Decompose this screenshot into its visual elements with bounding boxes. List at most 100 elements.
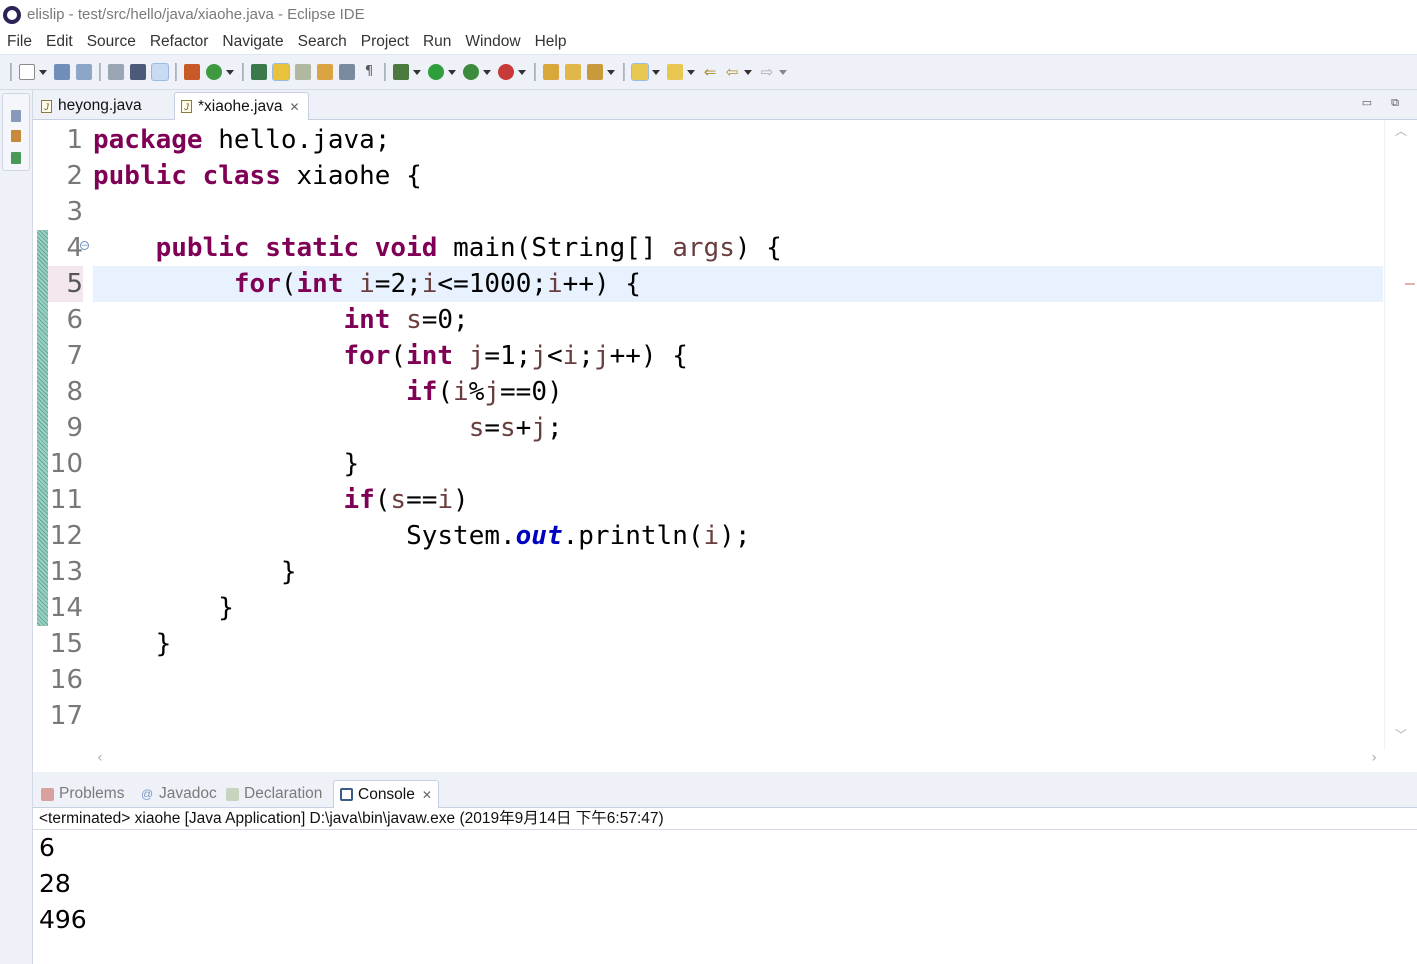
toolbar-separator [623,63,625,81]
save-icon[interactable] [54,64,70,80]
menu-run[interactable]: Run [416,29,458,54]
forward-dropdown-icon[interactable] [779,69,787,75]
menu-source[interactable]: Source [80,29,143,54]
toolbar-separator [534,63,536,81]
problems-icon [41,787,54,801]
vertical-scrollbar[interactable]: ︿ ﹀ [1384,120,1417,750]
java-file-icon: J [41,99,52,113]
toolbar-separator [99,63,101,81]
search-tool-icon[interactable] [587,64,603,80]
new-dropdown-icon[interactable] [39,69,47,75]
code-line: } [343,449,360,479]
next-annotation-dropdown-icon[interactable] [652,69,660,75]
forward-icon[interactable]: ⇨ [759,64,775,80]
run-icon[interactable] [428,64,444,80]
open-folder-icon[interactable] [565,64,581,80]
back-dropdown-icon[interactable] [744,69,752,75]
external-tools-icon[interactable] [498,64,514,80]
word-wrap-icon[interactable] [295,64,311,80]
java-file-icon: J [181,100,192,113]
line-number: 1 [66,125,83,155]
tab-declaration[interactable]: Declaration [220,780,328,808]
menu-refactor[interactable]: Refactor [143,29,216,54]
minimize-maximize-icons[interactable]: ▭ ⧉ [1362,96,1407,110]
tab-problems[interactable]: Problems [35,780,130,808]
tab-heyong-java[interactable]: J heyong.java [35,92,173,120]
minimized-view-stack[interactable] [2,93,30,171]
tab-xiaohe-java[interactable]: J *xiaohe.java ✕ [174,92,309,120]
scroll-right-icon[interactable]: › [1371,750,1377,766]
mark-occurrences-icon[interactable] [272,63,290,81]
menu-search[interactable]: Search [291,29,354,54]
code-text-area[interactable]: package hello.java; public class xiaohe {… [93,122,782,734]
java-editor[interactable]: 1 2 3 4 5 6 7 8 9 10 11 12 13 14 15 16 1… [33,120,1417,772]
menu-help[interactable]: Help [528,29,574,54]
line-number: 10 [49,449,83,479]
main-toolbar: ¶ ⇐ ⇦ ⇨ [0,54,1417,90]
pilcrow-icon[interactable]: ¶ [361,64,377,80]
scroll-down-icon[interactable]: ﹀ [1395,726,1407,743]
previous-annotation-dropdown-icon[interactable] [687,69,695,75]
previous-annotation-icon[interactable] [667,64,683,80]
skip-breakpoints-icon[interactable] [151,63,169,81]
code-line: if(s==i) [343,485,469,515]
last-edit-location-icon[interactable]: ⇐ [702,64,718,80]
search-dropdown-icon[interactable] [607,69,615,75]
open-type-icon[interactable] [251,64,267,80]
overview-ruler-mark[interactable] [1405,283,1415,285]
tab-console[interactable]: Console ✕ [333,780,439,808]
code-line: s=s+j; [468,413,563,443]
new-file-icon[interactable] [19,64,35,80]
open-project-icon[interactable] [543,64,559,80]
save-all-icon[interactable] [76,64,92,80]
console-output[interactable]: 6 28 496 [33,830,1417,964]
code-line: } [280,557,297,587]
toolbar-separator [242,63,244,81]
code-line: } [218,593,234,623]
menu-edit[interactable]: Edit [39,29,80,54]
line-number-ruler: 1 2 3 4 5 6 7 8 9 10 11 12 13 14 15 16 1… [48,122,83,734]
hierarchy-icon[interactable] [11,152,21,164]
line-number: 17 [49,701,83,731]
fold-collapse-icon[interactable]: − [80,241,89,251]
tab-javadoc[interactable]: @ Javadoc [135,780,223,808]
terminal-icon[interactable] [130,64,146,80]
new-class-dropdown-icon[interactable] [226,69,234,75]
debug-icon[interactable] [393,64,409,80]
next-annotation-icon[interactable] [631,63,649,81]
console-line: 496 [39,905,87,934]
coverage-dropdown-icon[interactable] [483,69,491,75]
code-line: package hello.java; [93,125,391,155]
new-class-icon[interactable] [206,64,222,80]
external-tools-dropdown-icon[interactable] [518,69,526,75]
close-icon[interactable]: ✕ [289,100,299,114]
menu-navigate[interactable]: Navigate [215,29,290,54]
run-dropdown-icon[interactable] [448,69,456,75]
new-java-package-icon[interactable] [184,64,200,80]
package-explorer-icon[interactable] [11,130,21,142]
menu-file[interactable]: File [0,29,39,54]
scroll-left-icon[interactable]: ‹ [97,750,103,766]
tab-label: Console [358,785,415,803]
back-icon[interactable]: ⇦ [724,64,740,80]
show-whitespace-icon[interactable] [339,64,355,80]
line-number: 11 [49,485,83,515]
toolbar-separator [384,63,386,81]
tab-label: *xiaohe.java [198,97,283,115]
line-number-current: 5 [48,266,83,302]
build-icon[interactable] [108,64,124,80]
close-icon[interactable]: ✕ [422,788,432,802]
menu-window[interactable]: Window [458,29,527,54]
menu-project[interactable]: Project [354,29,416,54]
restore-icon[interactable] [11,110,21,122]
line-number: 6 [66,305,83,335]
line-number: 16 [49,665,83,695]
code-line: public static void main(String[] args) { [155,233,782,263]
block-selection-icon[interactable] [317,64,333,80]
debug-dropdown-icon[interactable] [413,69,421,75]
coverage-icon[interactable] [463,64,479,80]
scroll-up-icon[interactable]: ︿ [1395,122,1407,139]
horizontal-scrollbar[interactable]: ‹ › [93,750,1383,770]
